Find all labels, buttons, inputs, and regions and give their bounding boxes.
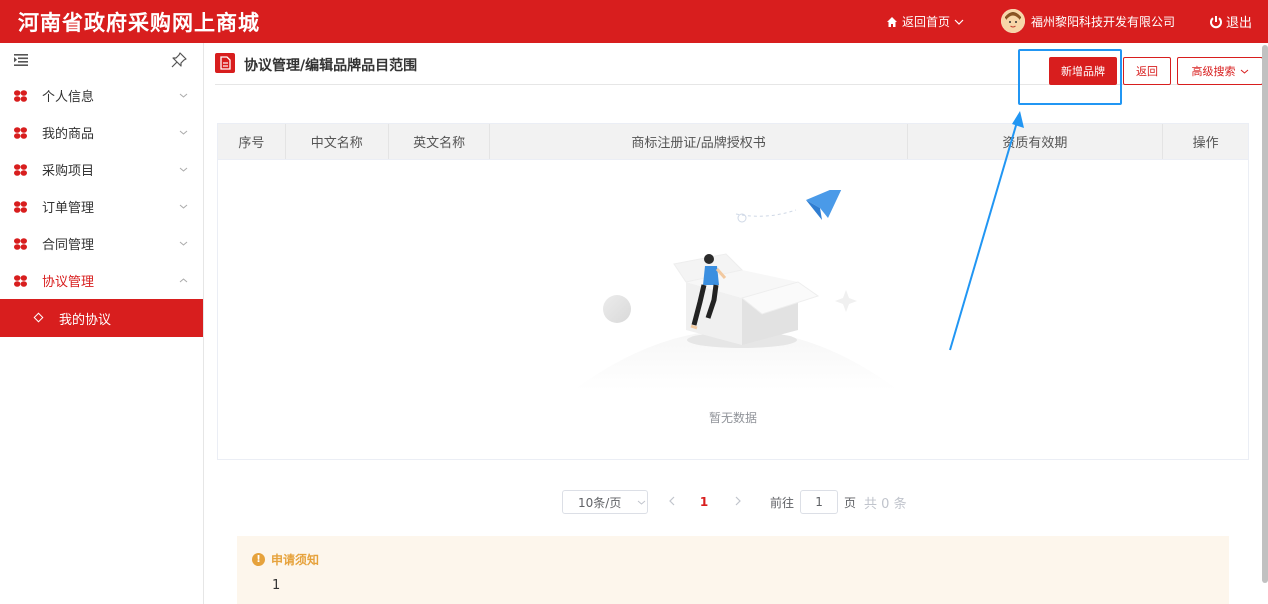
chevron-up-icon (179, 278, 188, 283)
prev-page-button[interactable] (662, 495, 682, 509)
app-title: 河南省政府采购网上商城 (18, 10, 260, 35)
main-content: 协议管理/编辑品牌品目范围 新增品牌 返回 高级搜索 序号 中文名称 英文名称 … (205, 43, 1268, 604)
company-name: 福州黎阳科技开发有限公司 (1031, 14, 1176, 29)
sidebar-item-agreements[interactable]: 协议管理 (0, 262, 203, 299)
home-link[interactable]: 返回首页 (886, 13, 964, 30)
goto-prefix: 前往 (770, 495, 795, 510)
home-label: 返回首页 (902, 15, 951, 29)
pin-icon[interactable] (171, 52, 187, 68)
diamond-icon (33, 312, 44, 323)
chevron-down-icon (179, 130, 188, 135)
empty-state-illustration (574, 190, 898, 390)
goto-suffix: 页 (844, 495, 857, 510)
chevron-left-icon (669, 496, 675, 506)
empty-state-text: 暂无数据 (708, 411, 757, 425)
back-button[interactable]: 返回 (1123, 57, 1171, 85)
notice-box: ! 申请须知 1 (237, 536, 1229, 604)
scrollbar[interactable] (1262, 45, 1268, 583)
clover-icon (14, 238, 27, 250)
warning-icon: ! (252, 553, 265, 566)
chevron-down-icon (179, 204, 188, 209)
power-icon (1210, 15, 1222, 28)
document-icon (215, 53, 235, 73)
column-header-actions: 操作 (1192, 136, 1219, 151)
page-size-select[interactable]: 10条/页 (562, 490, 648, 514)
logout-button[interactable]: 退出 (1209, 12, 1252, 31)
chevron-down-icon (1240, 69, 1248, 74)
sidebar-item-procurement[interactable]: 采购项目 (0, 151, 203, 188)
brand-table: 序号 中文名称 英文名称 商标注册证/品牌授权书 资质有效期 操作 暂无数据 (217, 123, 1249, 460)
page-jumper: 前往 1 页 (770, 490, 856, 514)
clover-icon (14, 164, 27, 176)
chevron-down-icon (179, 167, 188, 172)
next-page-button[interactable] (728, 495, 748, 509)
sidebar-subitem-my-agreements[interactable]: 我的协议 (0, 299, 203, 337)
column-header-validity: 资质有效期 (908, 124, 1164, 159)
sidebar-item-label: 我的商品 (42, 127, 95, 142)
menu-icon[interactable] (14, 54, 28, 66)
notice-header: ! 申请须知 (252, 551, 319, 568)
page-size-value: 10条/页 (578, 495, 622, 510)
sidebar-item-orders[interactable]: 订单管理 (0, 188, 203, 225)
avatar (1001, 9, 1025, 33)
chevron-down-icon (179, 93, 188, 98)
sidebar-item-label: 采购项目 (42, 164, 95, 179)
sidebar-item-personal-info[interactable]: 个人信息 (0, 77, 203, 114)
goto-page-input[interactable]: 1 (800, 490, 839, 514)
sidebar-item-contracts[interactable]: 合同管理 (0, 225, 203, 262)
sidebar-item-my-products[interactable]: 我的商品 (0, 114, 203, 151)
notice-body: 1 (272, 578, 281, 593)
column-header-trademark: 商标注册证/品牌授权书 (490, 124, 908, 159)
advanced-search-button[interactable]: 高级搜索 (1177, 57, 1263, 85)
column-header-index: 序号 (218, 124, 286, 159)
column-header-en-name: 英文名称 (389, 124, 491, 159)
notice-title: 申请须知 (271, 553, 320, 567)
page-title: 协议管理/编辑品牌品目范围 (244, 58, 418, 74)
clover-icon (14, 201, 27, 213)
table-header: 序号 中文名称 英文名称 商标注册证/品牌授权书 资质有效期 操作 (218, 124, 1248, 160)
sidebar-item-label: 订单管理 (42, 201, 95, 216)
home-icon (887, 16, 897, 27)
sidebar-item-label: 协议管理 (42, 275, 95, 290)
total-count: 共 0 条 (864, 496, 907, 512)
sidebar-toolbar (0, 43, 203, 77)
sidebar-subitem-label: 我的协议 (59, 312, 112, 328)
clover-icon (14, 127, 27, 139)
chevron-right-icon (735, 496, 741, 506)
chevron-down-icon (638, 500, 646, 505)
sidebar-item-label: 个人信息 (42, 90, 95, 105)
clover-icon (14, 275, 27, 287)
chevron-down-icon (179, 241, 188, 246)
column-header-cn-name: 中文名称 (286, 124, 389, 159)
sidebar: 个人信息 我的商品 采购项目 订单管理 合同管理 协议管理 我的协议 (0, 43, 204, 604)
top-header: 河南省政府采购网上商城 返回首页 福州黎阳科技开发有限公司 退出 (0, 0, 1268, 43)
page-header: 协议管理/编辑品牌品目范围 新增品牌 返回 高级搜索 (215, 49, 1263, 105)
logout-label: 退出 (1226, 16, 1253, 31)
highlight-box (1018, 49, 1122, 105)
chevron-down-icon (954, 19, 964, 25)
page-number[interactable]: 1 (694, 495, 714, 509)
user-menu[interactable]: 福州黎阳科技开发有限公司 (1001, 9, 1175, 33)
pagination: 10条/页 1 前往 1 页 共 0 条 (562, 490, 907, 514)
advanced-search-label: 高级搜索 (1191, 65, 1236, 78)
clover-icon (14, 90, 27, 102)
sidebar-item-label: 合同管理 (42, 238, 95, 253)
